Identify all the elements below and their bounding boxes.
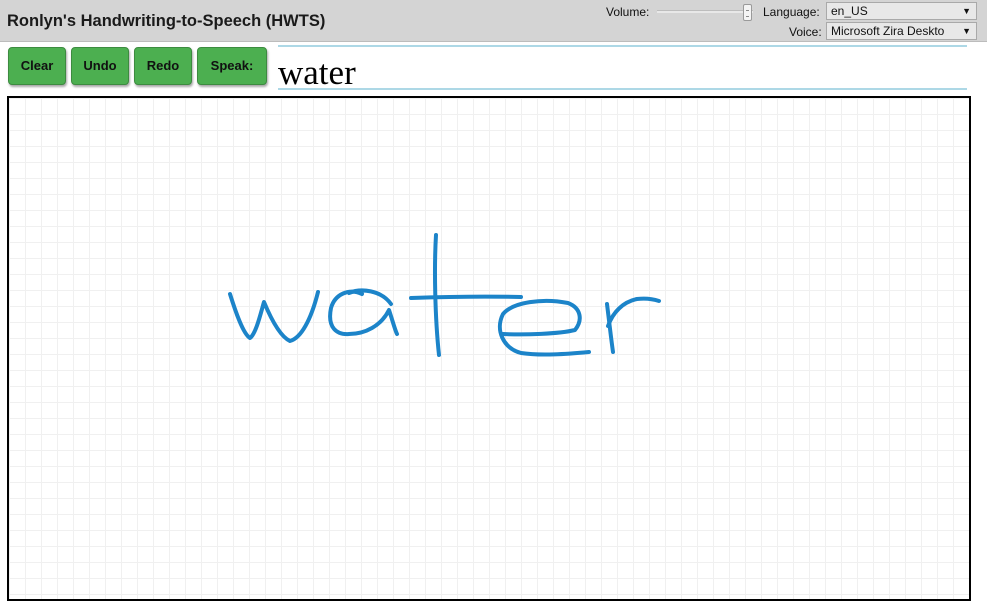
recognized-text: water xyxy=(278,45,967,90)
ink-stroke xyxy=(497,298,591,357)
language-label: Language: xyxy=(763,5,820,19)
handwriting-canvas[interactable] xyxy=(7,96,971,601)
redo-button[interactable]: Redo xyxy=(134,47,192,85)
language-select-value: en_US xyxy=(831,4,868,18)
ink-stroke xyxy=(409,294,523,300)
volume-label: Volume: xyxy=(606,5,650,19)
app-header: Ronlyn's Handwriting-to-Speech (HWTS) Vo… xyxy=(0,0,987,42)
app-title: Ronlyn's Handwriting-to-Speech (HWTS) xyxy=(7,12,326,30)
undo-button[interactable]: Undo xyxy=(71,47,129,85)
ink-strokes xyxy=(228,233,661,357)
ink-stroke xyxy=(347,288,393,306)
ink-stroke xyxy=(605,302,615,354)
voice-select[interactable]: Microsoft Zira Deskto ▼ xyxy=(826,22,977,40)
chevron-down-icon: ▼ xyxy=(962,26,971,36)
ink-stroke xyxy=(228,290,320,343)
volume-slider[interactable] xyxy=(657,4,758,21)
voice-select-value: Microsoft Zira Deskto xyxy=(831,24,945,38)
volume-slider-track[interactable] xyxy=(657,10,753,13)
ink-stroke xyxy=(606,296,661,328)
language-select[interactable]: en_US ▼ xyxy=(826,2,977,20)
voice-label: Voice: xyxy=(789,25,822,39)
ink-layer xyxy=(228,233,661,357)
volume-slider-thumb[interactable] xyxy=(743,4,752,21)
ink-stroke xyxy=(433,233,441,357)
speak-button[interactable]: Speak: xyxy=(197,47,267,85)
chevron-down-icon: ▼ xyxy=(962,6,971,16)
clear-button[interactable]: Clear xyxy=(8,47,66,85)
